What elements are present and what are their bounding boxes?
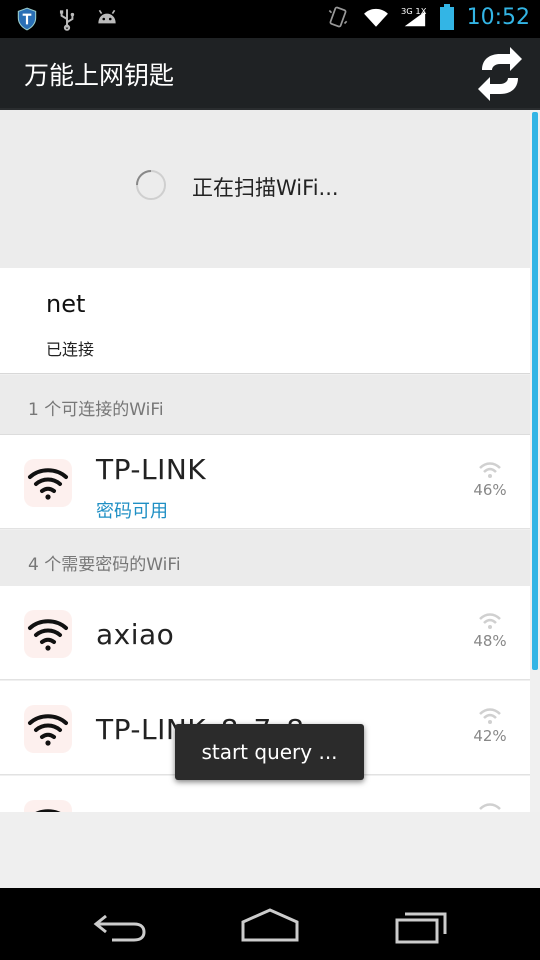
connected-network[interactable]: net 已连接: [0, 268, 530, 374]
signal-icon: [479, 462, 501, 478]
toast-message: start query ...: [175, 724, 364, 780]
wifi-name: axiao: [96, 618, 175, 651]
app-bar: 万能上网钥匙: [0, 38, 540, 110]
password-available-label: 密码可用: [96, 501, 168, 522]
signal-percent: 42%: [473, 727, 507, 745]
status-bar: 3G 1X 10:52: [0, 0, 540, 38]
clock: 10:52: [466, 4, 530, 30]
connected-network-name: net: [46, 290, 86, 318]
section-label: 4 个需要密码的WiFi: [28, 555, 181, 575]
signal-icon: [479, 708, 501, 724]
wifi-row-axiao[interactable]: axiao 48%: [0, 586, 530, 680]
android-icon: [98, 9, 116, 24]
wifi-row-tp-link[interactable]: TP-LINK 密码可用 46%: [0, 435, 530, 529]
back-icon[interactable]: [86, 906, 156, 946]
section-label: 1 个可连接的WiFi: [28, 400, 164, 420]
wifi-icon: [24, 705, 72, 753]
signal-strength: 48%: [472, 612, 508, 650]
home-icon[interactable]: [235, 906, 305, 946]
refresh-icon[interactable]: [470, 44, 530, 104]
wifi-name: TP-LINK: [96, 453, 207, 486]
signal-strength: 46%: [472, 461, 508, 499]
signal-percent: 46%: [473, 481, 507, 499]
wifi-icon: [24, 459, 72, 507]
scanning-panel: 正在扫描WiFi...: [0, 110, 530, 268]
section-header-available: 1 个可连接的WiFi: [0, 375, 530, 435]
signal-strength: 42%: [472, 707, 508, 745]
loading-spinner-icon: [136, 170, 166, 200]
usb-icon: [59, 9, 75, 31]
wifi-icon: [24, 610, 72, 658]
signal-icon: [479, 613, 501, 629]
cell-signal-3g-icon: 3G 1X: [401, 6, 426, 27]
scanning-text: 正在扫描WiFi...: [192, 176, 339, 200]
recent-apps-icon[interactable]: [385, 906, 455, 946]
empty-area: [0, 812, 540, 888]
vibrate-icon: [328, 6, 347, 28]
section-header-password: 4 个需要密码的WiFi: [0, 530, 530, 590]
connected-status: 已连接: [46, 340, 95, 359]
app-title: 万能上网钥匙: [24, 61, 175, 90]
toast-text: start query ...: [201, 740, 338, 764]
wifi-signal-icon: [363, 8, 388, 27]
battery-icon: [439, 4, 454, 30]
signal-percent: 48%: [473, 632, 507, 650]
navigation-bar: [0, 888, 540, 960]
shield-icon: [17, 7, 37, 31]
scrollbar[interactable]: [532, 112, 538, 670]
